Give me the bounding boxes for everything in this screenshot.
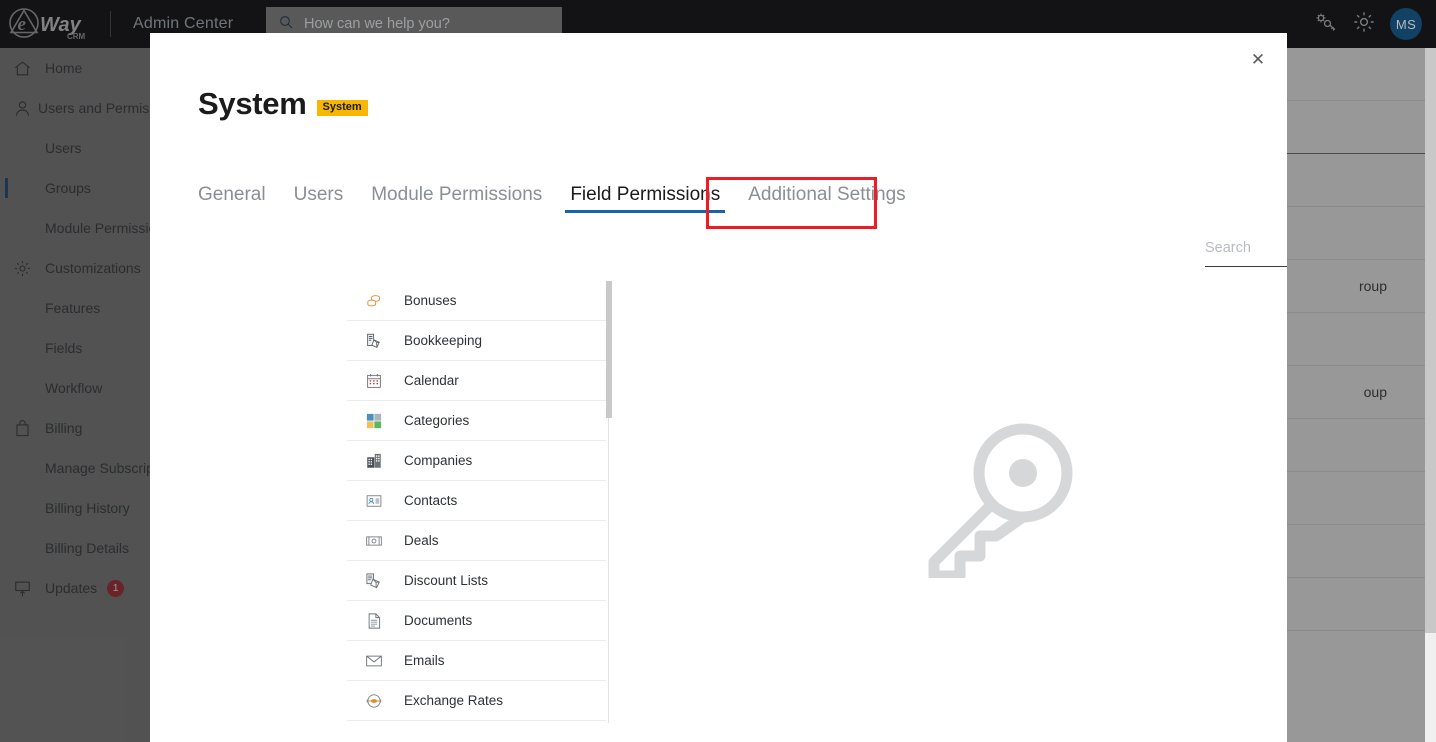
page-scrollbar-thumb[interactable]: [1425, 48, 1436, 633]
list-item-label: Contacts: [404, 493, 458, 508]
key-icon: [925, 423, 1075, 583]
list-item[interactable]: Bonuses: [347, 281, 611, 321]
companies-icon: [364, 451, 384, 471]
list-item[interactable]: Bookkeeping: [347, 321, 611, 361]
categories-icon: [364, 411, 384, 431]
list-item[interactable]: Categories: [347, 401, 611, 441]
search-input[interactable]: Search: [1205, 239, 1287, 267]
status-badge: System: [316, 100, 368, 116]
list-item[interactable]: Contacts: [347, 481, 611, 521]
list-item[interactable]: Documents: [347, 601, 611, 641]
list-item[interactable]: Emails: [347, 641, 611, 681]
emails-icon: [364, 651, 384, 671]
exchange-rates-icon: [364, 691, 384, 711]
list-item[interactable]: Companies: [347, 441, 611, 481]
list-item-label: Discount Lists: [404, 573, 489, 588]
deals-icon: [364, 531, 384, 551]
module-list-scrollbar-thumb[interactable]: [606, 281, 612, 418]
list-item-label: Documents: [404, 613, 473, 628]
list-item[interactable]: Deals: [347, 521, 611, 561]
list-item-label: Emails: [404, 653, 445, 668]
modal-tabs: General Users Module Permissions Field P…: [198, 178, 920, 216]
page-title: System: [198, 86, 307, 121]
close-icon[interactable]: ✕: [1243, 44, 1273, 74]
list-item-label: Bonuses: [404, 293, 457, 308]
field-permissions-modal: ✕ System System General Users Module Per…: [150, 33, 1287, 742]
tab-users[interactable]: Users: [280, 178, 358, 216]
modal-header: System System: [198, 88, 368, 119]
contacts-icon: [364, 491, 384, 511]
module-list[interactable]: Bonuses Bookkeeping Calendar Categories: [347, 281, 611, 723]
list-item-label: Exchange Rates: [404, 693, 504, 708]
page-scrollbar[interactable]: [1425, 48, 1436, 742]
list-item[interactable]: Calendar: [347, 361, 611, 401]
list-item-label: Bookkeeping: [404, 333, 483, 348]
tab-field-permissions[interactable]: Field Permissions: [556, 178, 734, 216]
tab-additional-settings[interactable]: Additional Settings: [734, 178, 919, 216]
module-list-scrollbar[interactable]: [606, 281, 612, 723]
bonuses-icon: [364, 291, 384, 311]
list-item[interactable]: Discount Lists: [347, 561, 611, 601]
list-item-label: Calendar: [404, 373, 459, 388]
calendar-icon: [364, 371, 384, 391]
list-item-label: Deals: [404, 533, 439, 548]
list-item-label: Companies: [404, 453, 473, 468]
tab-module-permissions[interactable]: Module Permissions: [357, 178, 556, 216]
discount-lists-icon: [364, 571, 384, 591]
documents-icon: [364, 611, 384, 631]
tab-general[interactable]: General: [198, 178, 280, 216]
bookkeeping-icon: [364, 331, 384, 351]
list-item[interactable]: Exchange Rates: [347, 681, 611, 721]
search-placeholder: Search: [1205, 240, 1251, 256]
list-item-label: Categories: [404, 413, 470, 428]
